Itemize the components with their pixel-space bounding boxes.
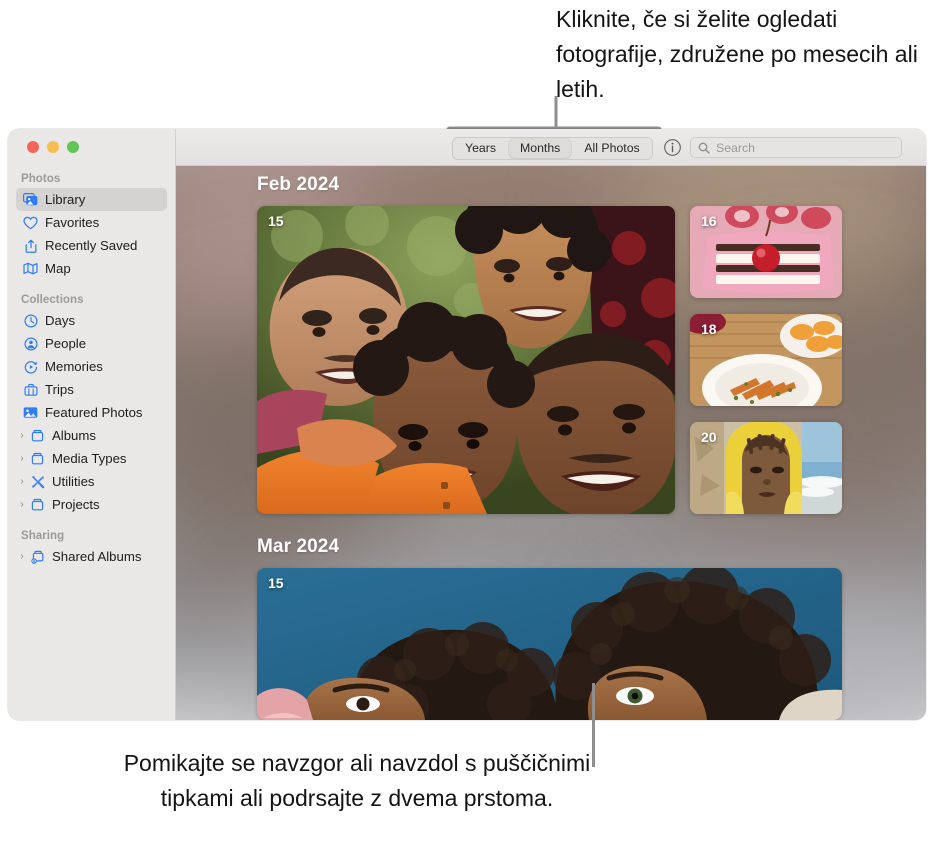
sidebar-item-label: Trips [45, 382, 74, 397]
search-input[interactable]: Search [716, 141, 755, 155]
shared-album-icon [28, 550, 47, 564]
sidebar-item-label: Library [45, 192, 86, 207]
memories-icon [21, 360, 40, 374]
sidebar-item-label: Recently Saved [45, 238, 138, 253]
sidebar-item-shared-albums[interactable]: › Shared Albums [16, 545, 167, 568]
clock-icon [21, 313, 40, 328]
sidebar-item-favorites[interactable]: Favorites [16, 211, 167, 234]
album-icon [28, 429, 47, 442]
sidebar-item-utilities[interactable]: › Utilities [16, 470, 167, 493]
chevron-right-icon[interactable]: › [16, 476, 28, 487]
chevron-right-icon[interactable]: › [16, 453, 28, 464]
sidebar-section-photos: Photos [21, 173, 61, 185]
zoom-button[interactable] [67, 141, 79, 153]
view-mode-segmented-control[interactable]: Years Months All Photos [452, 137, 653, 160]
suitcase-icon [21, 383, 40, 397]
photo-date-badge: 18 [701, 321, 717, 337]
sidebar-item-label: Featured Photos [45, 405, 143, 420]
sidebar-item-label: Utilities [52, 474, 95, 489]
chevron-right-icon[interactable]: › [16, 430, 28, 441]
chevron-right-icon[interactable]: › [16, 499, 28, 510]
sidebar-item-label: Favorites [45, 215, 100, 230]
photo-tile[interactable]: 15 [257, 206, 675, 514]
toolbar: Years Months All Photos Search [176, 129, 926, 166]
sidebar-item-label: Projects [52, 497, 100, 512]
top-callout-text: Kliknite, če si želite ogledati fotograf… [556, 6, 918, 102]
sidebar-item-days[interactable]: Days [16, 309, 167, 332]
person-circle-icon [21, 336, 40, 351]
bottom-callout-text: Pomikajte se navzgor ali navzdol s pušči… [123, 750, 591, 811]
window-controls[interactable] [27, 141, 79, 153]
sidebar-item-media-types[interactable]: › Media Types [16, 447, 167, 470]
sidebar-item-library[interactable]: Library [16, 188, 167, 211]
photo-date-badge: 20 [701, 429, 717, 445]
two-people-blue-backdrop-photo [257, 568, 842, 720]
sidebar-item-label: Memories [45, 359, 103, 374]
photo-tile[interactable]: 16 [690, 206, 842, 298]
close-button[interactable] [27, 141, 39, 153]
photo-tile[interactable]: 15 [257, 568, 842, 720]
minimize-button[interactable] [47, 141, 59, 153]
sidebar-item-label: Albums [52, 428, 96, 443]
photo-date-badge: 16 [701, 213, 717, 229]
sidebar: Photos Library Favorites Recently Saved … [8, 129, 176, 720]
sidebar-item-label: People [45, 336, 87, 351]
sidebar-item-map[interactable]: Map [16, 257, 167, 280]
photo-tile[interactable]: 20 [690, 422, 842, 514]
recently-saved-icon [21, 239, 40, 253]
month-header: Feb 2024 [257, 174, 340, 195]
library-icon [21, 193, 40, 206]
segment-months[interactable]: Months [509, 139, 572, 158]
sidebar-item-recently-saved[interactable]: Recently Saved [16, 234, 167, 257]
segment-years[interactable]: Years [454, 139, 507, 158]
photos-window: Photos Library Favorites Recently Saved … [8, 129, 926, 720]
utilities-icon [28, 475, 47, 489]
segment-all-photos[interactable]: All Photos [573, 139, 650, 158]
month-header: Mar 2024 [257, 536, 340, 557]
photo-date-badge: 15 [268, 213, 284, 229]
info-circle-icon[interactable] [663, 138, 682, 157]
sidebar-item-albums[interactable]: › Albums [16, 424, 167, 447]
sidebar-item-memories[interactable]: Memories [16, 355, 167, 378]
photo-date-badge: 15 [268, 575, 284, 591]
sidebar-item-trips[interactable]: Trips [16, 378, 167, 401]
album-icon [28, 452, 47, 465]
photo-tile[interactable]: 18 [690, 314, 842, 406]
photo-icon [21, 406, 40, 419]
map-icon [21, 262, 40, 275]
search-field[interactable]: Search [690, 137, 902, 158]
sidebar-item-projects[interactable]: › Projects [16, 493, 167, 516]
sidebar-item-label: Map [45, 261, 71, 276]
chevron-right-icon[interactable]: › [16, 551, 28, 562]
heart-icon [21, 216, 40, 230]
library-content[interactable]: Feb 2024 15 16 18 20 Mar 2024 15 [176, 166, 926, 720]
sidebar-section-sharing: Sharing [21, 530, 65, 542]
sidebar-section-collections: Collections [21, 294, 84, 306]
album-icon [28, 498, 47, 511]
sidebar-item-people[interactable]: People [16, 332, 167, 355]
sidebar-item-label: Media Types [52, 451, 127, 466]
sidebar-item-featured-photos[interactable]: Featured Photos [16, 401, 167, 424]
sidebar-item-label: Shared Albums [52, 549, 142, 564]
search-icon [698, 142, 710, 154]
group-selfie-photo [257, 206, 675, 514]
sidebar-item-label: Days [45, 313, 76, 328]
